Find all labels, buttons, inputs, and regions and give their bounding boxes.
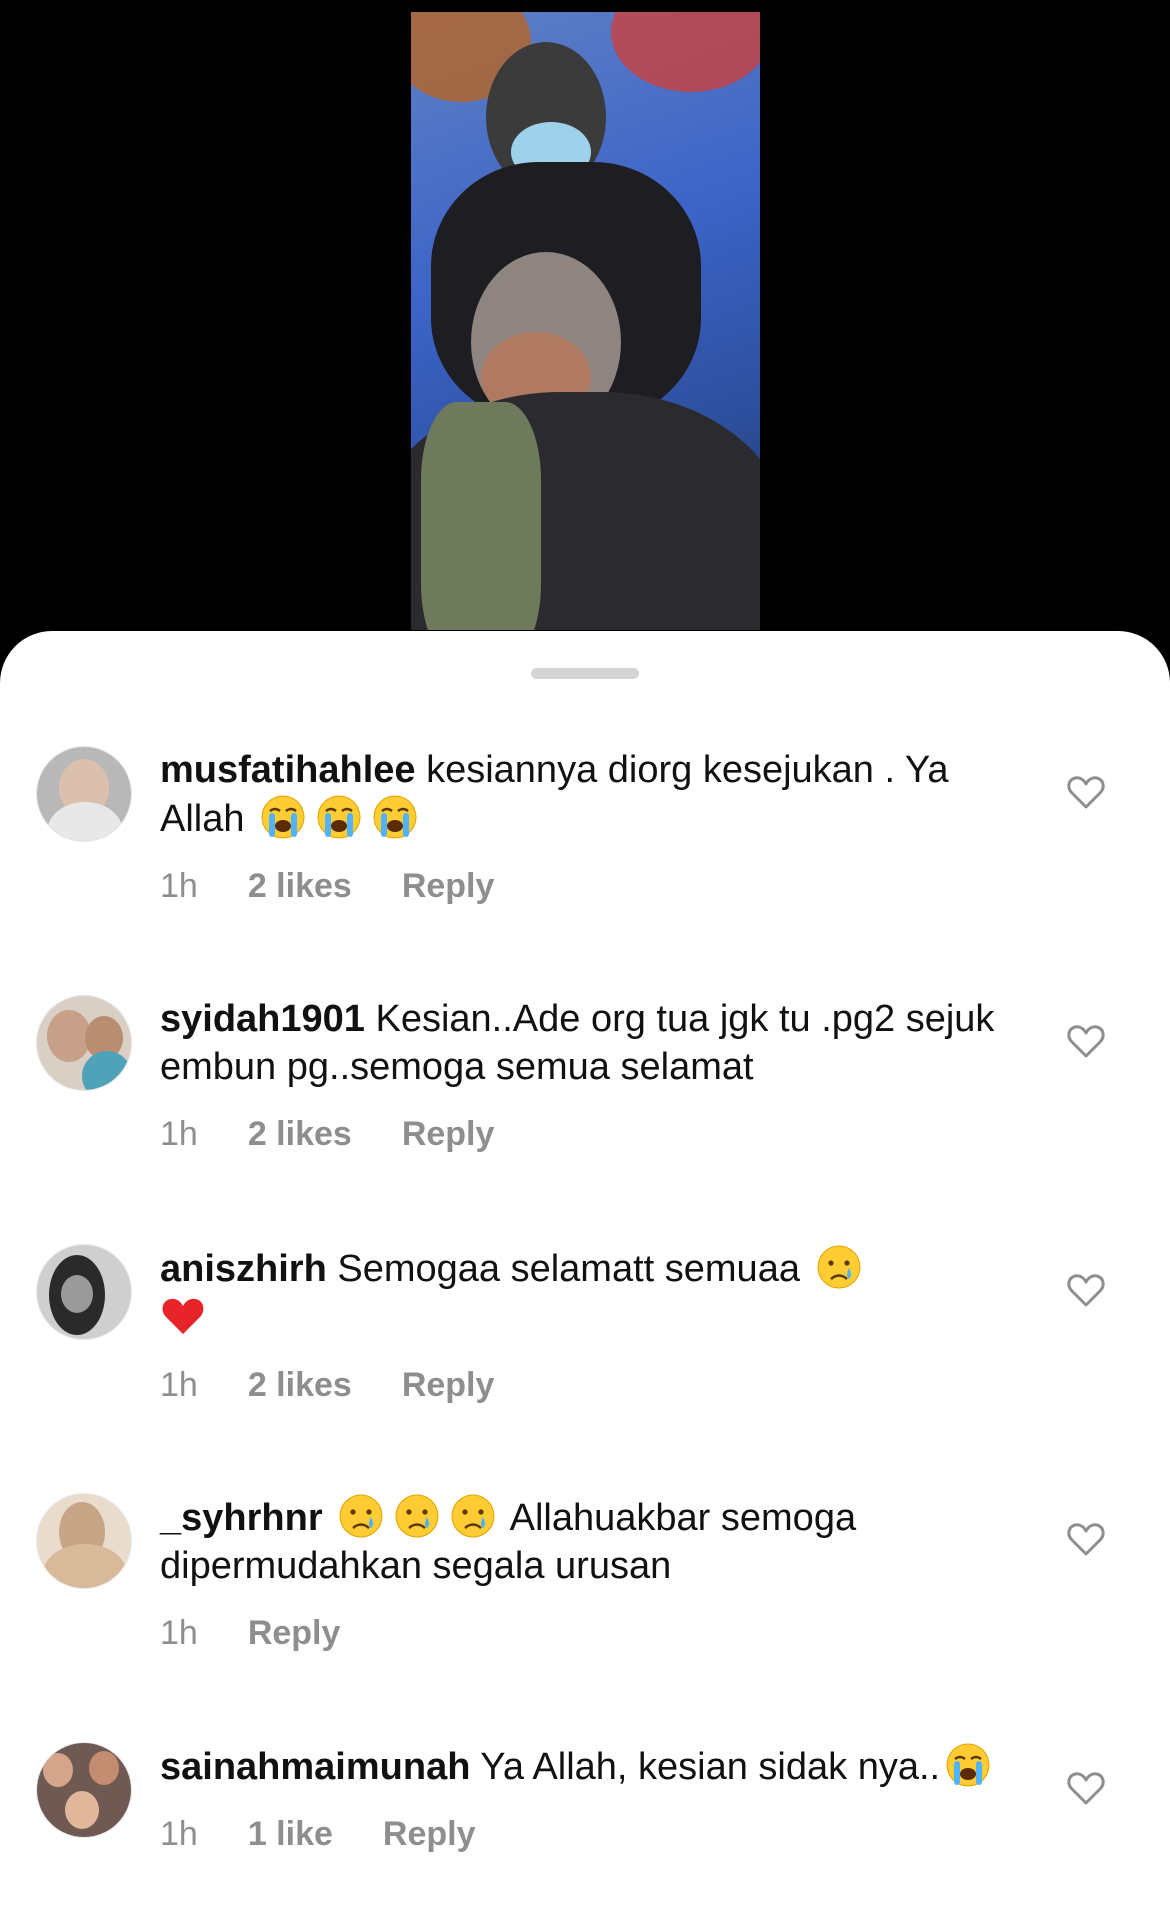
comment-body: sainahmaimunah Ya Allah, kesian sidak ny… (160, 1742, 1010, 1854)
comments-sheet: musfatihahlee kesiannya diorg kesejukan … (0, 631, 1170, 1915)
reply-button[interactable]: Reply (402, 1365, 495, 1405)
comment-username[interactable]: syidah1901 (160, 998, 365, 1040)
comment-time: 1h (160, 1115, 198, 1153)
comment-username[interactable]: musfatihahlee (160, 749, 416, 791)
comment-username[interactable]: aniszhirh (160, 1248, 327, 1290)
comment-time: 1h (160, 1815, 198, 1853)
comment-text: aniszhirh Semogaa selamatt semuaa (160, 1244, 1010, 1342)
comment-time: 1h (160, 1366, 198, 1404)
comment-body: _syhrhnr Allahuakbar semoga dipermudahka… (160, 1493, 1010, 1653)
comment-username[interactable]: _syhrhnr (160, 1497, 323, 1539)
comment-message: Ya Allah, kesian sidak nya.. (470, 1746, 941, 1788)
avatar[interactable] (36, 1244, 132, 1340)
comment-text: _syhrhnr Allahuakbar semoga dipermudahka… (160, 1493, 1010, 1590)
comment-body: musfatihahlee kesiannya diorg kesejukan … (160, 746, 1010, 906)
comment-likes[interactable]: 1 like (248, 1814, 333, 1854)
loudly-crying-face-emoji (317, 795, 361, 839)
heart-outline-icon[interactable] (1066, 1270, 1106, 1310)
video-preview-area (0, 0, 1170, 640)
reply-button[interactable]: Reply (402, 866, 495, 906)
avatar[interactable] (36, 995, 132, 1091)
avatar[interactable] (36, 746, 132, 842)
comment-message (323, 1497, 334, 1539)
comment-meta: 1h 2 likes Reply (160, 866, 1010, 906)
sheet-grabber[interactable] (531, 668, 639, 679)
crying-face-emoji (451, 1494, 495, 1538)
heart-outline-icon[interactable] (1066, 1519, 1106, 1559)
heart-outline-icon[interactable] (1066, 1768, 1106, 1808)
reply-button[interactable]: Reply (402, 1114, 495, 1154)
crying-face-emoji (395, 1494, 439, 1538)
comment-message: Semogaa selamatt semuaa (326, 1248, 811, 1290)
heart-outline-icon[interactable] (1066, 1021, 1106, 1061)
loudly-crying-face-emoji (946, 1743, 990, 1787)
comment-text: syidah1901 Kesian..Ade org tua jgk tu .p… (160, 995, 1010, 1091)
comment-text: musfatihahlee kesiannya diorg kesejukan … (160, 746, 1010, 843)
red-heart-emoji (162, 1298, 204, 1334)
loudly-crying-face-emoji (261, 795, 305, 839)
avatar[interactable] (36, 1493, 132, 1589)
comment-meta: 1h 2 likes Reply (160, 1114, 1010, 1154)
comment-time: 1h (160, 867, 198, 905)
screen: musfatihahlee kesiannya diorg kesejukan … (0, 0, 1170, 1915)
comment-likes[interactable]: 2 likes (248, 1114, 352, 1154)
comment-likes[interactable]: 2 likes (248, 866, 352, 906)
comment-text: sainahmaimunah Ya Allah, kesian sidak ny… (160, 1742, 1010, 1791)
reply-button[interactable]: Reply (383, 1814, 476, 1854)
comment-meta: 1h 2 likes Reply (160, 1365, 1010, 1405)
comment-username[interactable]: sainahmaimunah (160, 1746, 470, 1788)
video-thumbnail[interactable] (411, 12, 760, 630)
comment-likes[interactable]: 2 likes (248, 1365, 352, 1405)
reply-button[interactable]: Reply (248, 1613, 341, 1653)
heart-outline-icon[interactable] (1066, 772, 1106, 812)
avatar[interactable] (36, 1742, 132, 1838)
crying-face-emoji (817, 1245, 861, 1289)
comment-body: aniszhirh Semogaa selamatt semuaa 1h 2 l… (160, 1244, 1010, 1405)
crying-face-emoji (339, 1494, 383, 1538)
comment-meta: 1h Reply (160, 1613, 1010, 1653)
comment-time: 1h (160, 1614, 198, 1652)
loudly-crying-face-emoji (373, 795, 417, 839)
comment-meta: 1h 1 like Reply (160, 1814, 1010, 1854)
comment-body: syidah1901 Kesian..Ade org tua jgk tu .p… (160, 995, 1010, 1154)
